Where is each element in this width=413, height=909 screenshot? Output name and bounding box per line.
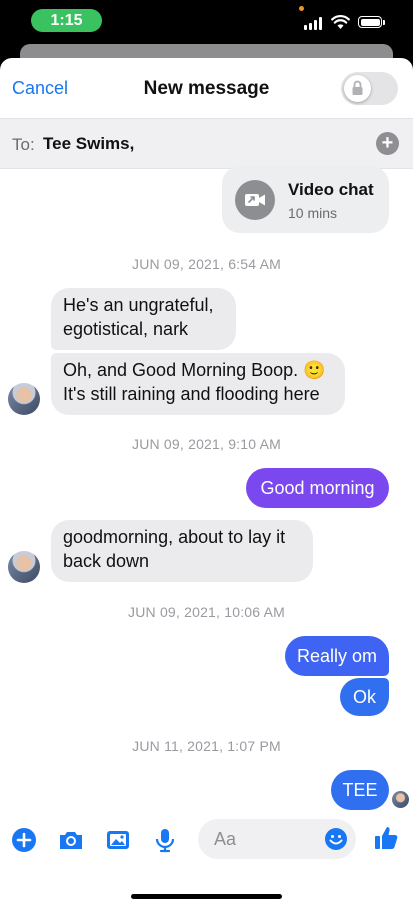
message-bubble-incoming[interactable]: He's an ungrateful, egotistical, nark xyxy=(51,288,236,350)
timestamp: JUN 09, 2021, 10:06 AM xyxy=(128,604,285,620)
video-chat-title: Video chat xyxy=(288,180,374,199)
timestamp: JUN 09, 2021, 6:54 AM xyxy=(132,256,281,272)
new-message-sheet: Cancel New message To: Tee Swims, + Vide… xyxy=(0,58,413,909)
recipient-name[interactable]: Tee Swims, xyxy=(43,134,134,154)
add-recipient-button[interactable]: + xyxy=(376,132,399,155)
message-bubble-outgoing[interactable]: Really om xyxy=(285,636,389,676)
video-camera-icon xyxy=(235,180,275,220)
recipient-bar[interactable]: To: Tee Swims, + xyxy=(0,118,413,169)
wifi-icon xyxy=(331,15,350,29)
message-bubble-outgoing[interactable]: TEE xyxy=(331,770,389,810)
image-icon[interactable] xyxy=(104,826,132,854)
message-input[interactable]: Aa xyxy=(198,819,356,859)
message-bubble-outgoing[interactable]: Good morning xyxy=(246,468,389,508)
video-chat-card[interactable]: Video chat 10 mins xyxy=(222,166,389,233)
timestamp: JUN 09, 2021, 9:10 AM xyxy=(132,436,281,452)
status-time: 1:15 xyxy=(31,9,102,32)
timestamp: JUN 11, 2021, 1:07 PM xyxy=(132,738,281,754)
microphone-icon[interactable] xyxy=(151,826,179,854)
privacy-indicator-dot xyxy=(299,6,304,11)
video-chat-duration: 10 mins xyxy=(288,205,338,221)
battery-icon xyxy=(358,16,382,28)
toggle-knob xyxy=(344,75,371,102)
message-composer: Aa xyxy=(0,812,413,872)
cellular-signal-icon xyxy=(304,17,324,30)
thumbs-up-icon[interactable] xyxy=(372,824,400,852)
to-label: To: xyxy=(12,135,35,154)
lock-icon xyxy=(352,80,363,95)
plus-circle-icon[interactable] xyxy=(10,826,38,854)
message-input-placeholder: Aa xyxy=(214,829,237,849)
message-bubble-incoming[interactable]: goodmorning, about to lay it back down xyxy=(51,520,313,582)
contact-avatar[interactable] xyxy=(8,551,40,583)
read-receipt-avatar xyxy=(392,791,409,808)
home-indicator xyxy=(131,894,282,899)
status-bar: 1:15 xyxy=(0,0,413,46)
camera-icon[interactable] xyxy=(57,826,85,854)
contact-avatar[interactable] xyxy=(8,383,40,415)
secret-conversation-toggle[interactable] xyxy=(341,72,398,105)
message-bubble-incoming[interactable]: Oh, and Good Morning Boop. 🙂 It's still … xyxy=(51,353,345,415)
message-bubble-outgoing[interactable]: Ok xyxy=(340,678,389,716)
emoji-icon[interactable] xyxy=(324,827,348,851)
